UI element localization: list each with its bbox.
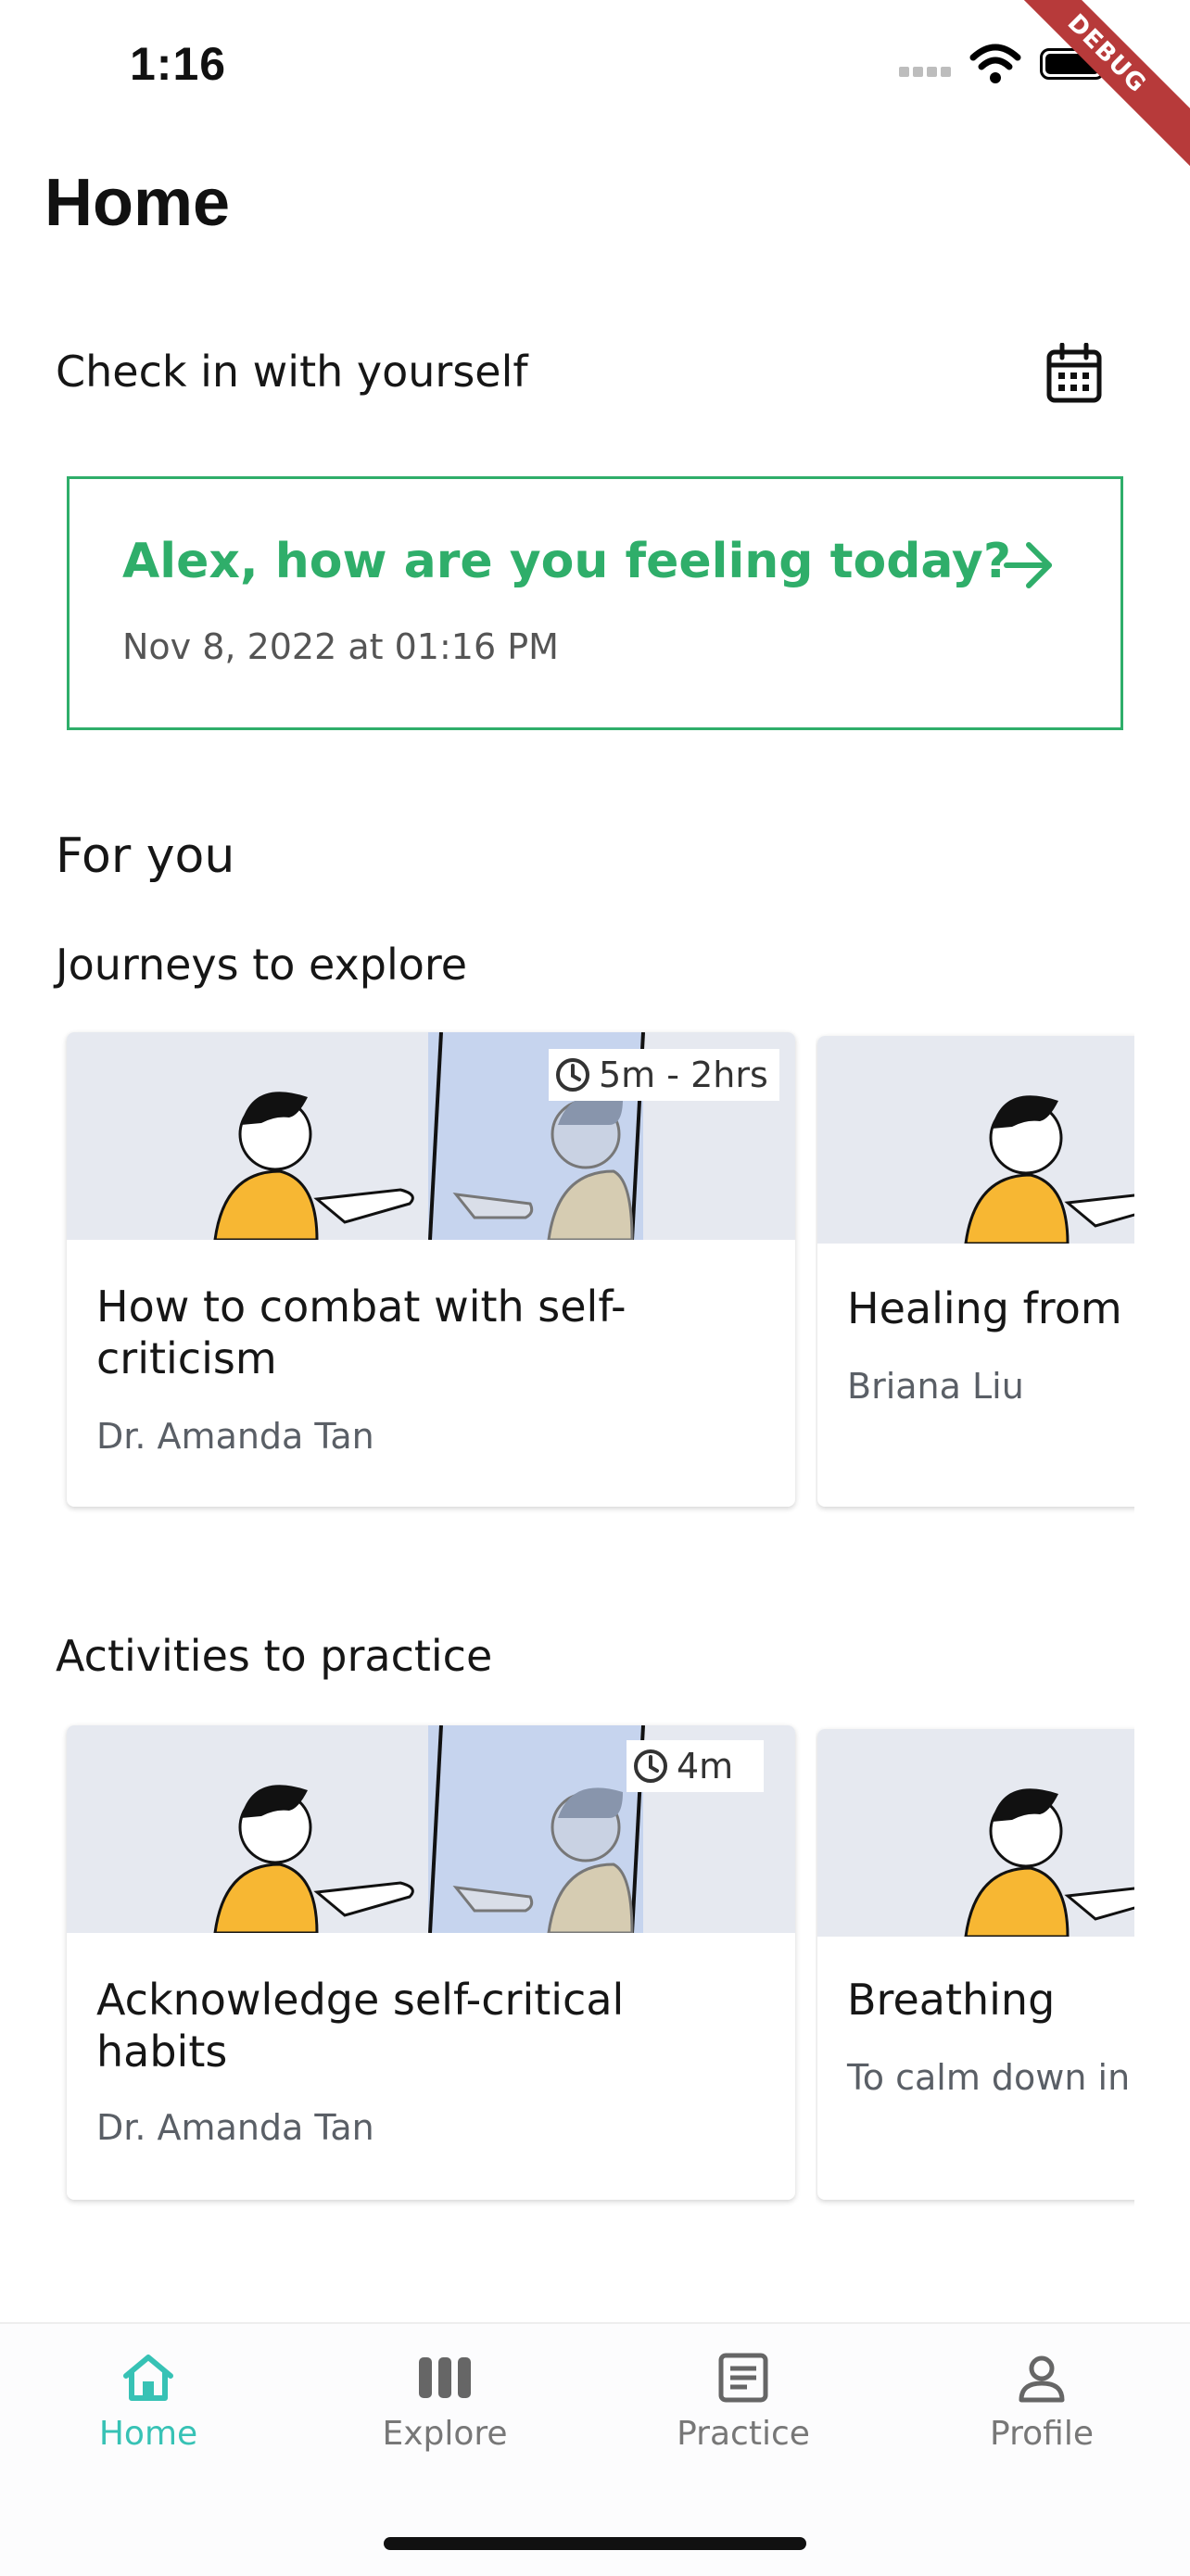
activity-illustration	[817, 1729, 1134, 1937]
journey-author: Dr. Amanda Tan	[96, 1416, 374, 1457]
home-indicator	[384, 2537, 806, 2550]
activities-heading: Activities to practice	[56, 1631, 493, 1681]
journeys-heading: Journeys to explore	[56, 940, 468, 990]
journey-illustration	[817, 1036, 1134, 1244]
activity-subtitle: To calm down in a	[847, 2057, 1134, 2098]
duration-badge: 4m	[627, 1740, 764, 1792]
signal-icon	[899, 63, 956, 78]
journey-card-clip: Healing from Briana Liu	[816, 1032, 1134, 1514]
debug-banner: DEBUG	[987, 0, 1190, 173]
activity-title: Acknowledge self-critical habits	[96, 1975, 625, 2077]
nav-profile-label: Profile	[990, 2415, 1094, 2453]
nav-explore-label: Explore	[382, 2415, 508, 2453]
arrow-right-icon[interactable]	[1001, 539, 1057, 591]
home-icon	[123, 2355, 173, 2401]
activity-title: Breathing	[847, 1975, 1056, 2025]
nav-profile[interactable]: Profile	[930, 2352, 1153, 2453]
page-title: Home	[44, 166, 231, 240]
wifi-icon	[969, 44, 1021, 83]
explore-icon	[419, 2357, 471, 2398]
duration-text: 5m - 2hrs	[599, 1054, 768, 1095]
journey-card[interactable]: Healing from Briana Liu	[817, 1036, 1134, 1507]
duration-badge: 5m - 2hrs	[549, 1049, 779, 1101]
journey-title: How to combat with self-criticism	[96, 1282, 627, 1383]
calendar-icon[interactable]	[1045, 343, 1103, 404]
check-in-heading: Check in with yourself	[56, 347, 528, 397]
profile-icon	[1019, 2355, 1065, 2403]
nav-home[interactable]: Home	[37, 2352, 260, 2453]
duration-text: 4m	[677, 1746, 734, 1787]
nav-practice-label: Practice	[677, 2415, 810, 2453]
activity-card-clip: Breathing To calm down in a	[816, 1725, 1134, 2207]
clock-icon	[556, 1058, 589, 1092]
journey-title: Healing from	[847, 1283, 1122, 1333]
journey-author: Briana Liu	[847, 1366, 1024, 1407]
activity-card[interactable]: Breathing To calm down in a	[817, 1729, 1134, 2200]
check-in-date: Nov 8, 2022 at 01:16 PM	[122, 626, 559, 667]
mood-check-in-card[interactable]	[67, 476, 1123, 730]
check-in-question: Alex, how are you feeling today?	[122, 534, 1011, 589]
nav-home-label: Home	[98, 2415, 198, 2453]
journey-card[interactable]: 5m - 2hrs How to combat with self-critic…	[67, 1032, 795, 1507]
nav-practice[interactable]: Practice	[632, 2352, 855, 2453]
practice-icon	[718, 2353, 768, 2403]
nav-explore[interactable]: Explore	[334, 2352, 556, 2453]
activity-author: Dr. Amanda Tan	[96, 2107, 374, 2148]
clock-icon	[634, 1749, 667, 1783]
activity-card[interactable]: 4m Acknowledge self-critical habits Dr. …	[67, 1725, 795, 2200]
for-you-heading: For you	[56, 828, 235, 884]
status-time: 1:16	[130, 38, 227, 90]
